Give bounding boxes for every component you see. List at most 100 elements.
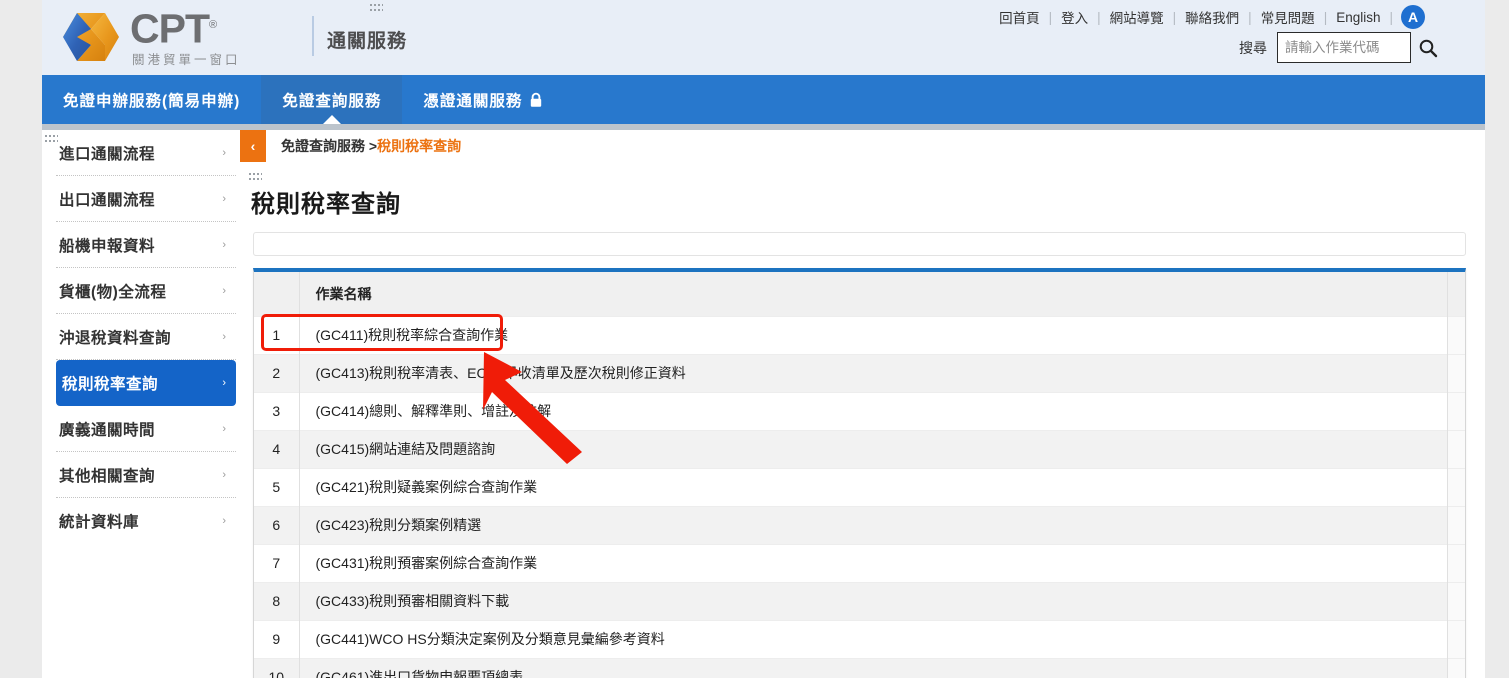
row-index: 9 — [254, 620, 300, 658]
page-title-block: 稅則稅率查詢 — [240, 172, 1485, 219]
column-header-action — [1446, 272, 1465, 316]
row-action-cell[interactable] — [1446, 620, 1465, 658]
table-row[interactable]: 10 (GC461)進出口貨物申報要項總表 — [254, 658, 1465, 678]
chevron-right-icon: › — [222, 422, 226, 435]
drag-dots-icon — [248, 172, 262, 181]
row-operation-name[interactable]: (GC415)網站連結及問題諮詢 — [299, 430, 1447, 468]
row-operation-name[interactable]: (GC431)稅則預審案例綜合查詢作業 — [299, 544, 1447, 582]
sidebar-item-label: 船機申報資料 — [59, 237, 156, 255]
breadcrumb: ‹ 免證查詢服務 >稅則稅率查詢 — [240, 130, 1485, 162]
table-row[interactable]: 3 (GC414)總則、解釋準則、增註及註解 — [254, 392, 1465, 430]
column-header-operation-name: 作業名稱 — [299, 272, 1447, 316]
util-link-home[interactable]: 回首頁 — [990, 7, 1049, 27]
util-link-contact[interactable]: 聯絡我們 — [1176, 7, 1248, 27]
breadcrumb-parent[interactable]: 免證查詢服務 > — [281, 138, 377, 154]
table-row[interactable]: 9 (GC441)WCO HS分類決定案例及分類意見彙編參考資料 — [254, 620, 1465, 658]
sidebar-item-statistics-db[interactable]: 統計資料庫 › — [56, 498, 236, 544]
row-index: 6 — [254, 506, 300, 544]
drag-dots-icon — [369, 3, 383, 12]
sidebar-item-label: 沖退稅資料查詢 — [59, 329, 172, 347]
tab-label: 免證查詢服務 — [282, 92, 382, 110]
logo-word: CPT — [130, 5, 210, 52]
row-index: 8 — [254, 582, 300, 620]
sidebar-item-tariff-query[interactable]: 稅則稅率查詢 › — [56, 360, 236, 406]
tab-certificate-customs[interactable]: 憑證通關服務 — [402, 75, 564, 124]
row-action-cell[interactable] — [1446, 316, 1465, 354]
table-header: 作業名稱 — [254, 272, 1465, 316]
drag-dots-icon — [44, 134, 58, 143]
row-operation-name[interactable]: (GC433)稅則預審相關資料下載 — [299, 582, 1447, 620]
row-action-cell[interactable] — [1446, 544, 1465, 582]
registered-mark: ® — [209, 19, 217, 31]
sidebar-item-vessel-declaration[interactable]: 船機申報資料 › — [56, 222, 236, 268]
table-body: 1 (GC411)稅則稅率綜合查詢作業 2 (GC413)稅則稅率清表、ECFA… — [254, 316, 1465, 678]
header-divider — [312, 16, 314, 56]
tab-label: 憑證通關服務 — [423, 92, 523, 110]
sidebar-item-label: 其他相關查詢 — [59, 467, 156, 485]
sidebar-item-label: 貨櫃(物)全流程 — [59, 283, 167, 301]
chevron-right-icon: › — [222, 515, 226, 527]
logo-wordmark: CPT® — [130, 6, 217, 49]
row-index: 4 — [254, 430, 300, 468]
site-logo[interactable]: CPT® 關港貿單一窗口 — [60, 6, 241, 68]
util-link-login[interactable]: 登入 — [1052, 7, 1097, 27]
sidebar-item-label: 統計資料庫 — [59, 514, 140, 531]
search-button[interactable] — [1411, 32, 1445, 63]
filter-bar[interactable] — [253, 232, 1466, 256]
row-action-cell[interactable] — [1446, 430, 1465, 468]
row-action-cell[interactable] — [1446, 392, 1465, 430]
sidebar-item-import-process[interactable]: 進口通關流程 › — [56, 130, 236, 176]
table-row[interactable]: 5 (GC421)稅則疑義案例綜合查詢作業 — [254, 468, 1465, 506]
row-operation-name[interactable]: (GC414)總則、解釋準則、增註及註解 — [299, 392, 1447, 430]
chevron-right-icon: › — [222, 284, 226, 297]
sidebar-item-label: 稅則稅率查詢 — [62, 375, 159, 393]
chevron-right-icon: › — [222, 192, 226, 205]
separator: | — [1389, 9, 1393, 25]
sidebar-menu: 進口通關流程 › 出口通關流程 › 船機申報資料 › 貨櫃(物)全流程 › 沖退… — [44, 130, 236, 544]
row-action-cell[interactable] — [1446, 354, 1465, 392]
sidebar-item-duty-drawback[interactable]: 沖退稅資料查詢 › — [56, 314, 236, 360]
util-link-faq[interactable]: 常見問題 — [1252, 7, 1324, 27]
sidebar-item-label: 廣義通關時間 — [59, 421, 156, 439]
main-content: ‹ 免證查詢服務 >稅則稅率查詢 稅則稅率查詢 作業名稱 1 (GC411)稅則… — [240, 130, 1485, 678]
table-row[interactable]: 4 (GC415)網站連結及問題諮詢 — [254, 430, 1465, 468]
row-operation-name[interactable]: (GC423)稅則分類案例精選 — [299, 506, 1447, 544]
row-operation-name[interactable]: (GC441)WCO HS分類決定案例及分類意見彙編參考資料 — [299, 620, 1447, 658]
accessibility-badge[interactable]: A — [1401, 5, 1425, 29]
sidebar-item-label: 出口通關流程 — [59, 191, 156, 209]
sidebar-item-other-queries[interactable]: 其他相關查詢 › — [56, 452, 236, 498]
lock-icon — [529, 92, 543, 108]
column-header-index — [254, 272, 300, 316]
chevron-right-icon: › — [222, 376, 226, 389]
row-index: 3 — [254, 392, 300, 430]
row-operation-name[interactable]: (GC411)稅則稅率綜合查詢作業 — [299, 316, 1447, 354]
row-action-cell[interactable] — [1446, 506, 1465, 544]
back-button[interactable]: ‹ — [240, 130, 266, 162]
row-index: 1 — [254, 316, 300, 354]
search-input[interactable] — [1277, 32, 1411, 63]
row-index: 2 — [254, 354, 300, 392]
sidebar-item-customs-hours[interactable]: 廣義通關時間 › — [56, 406, 236, 452]
util-link-sitemap[interactable]: 網站導覽 — [1101, 7, 1173, 27]
row-action-cell[interactable] — [1446, 468, 1465, 506]
row-operation-name[interactable]: (GC413)稅則稅率清表、ECFA早收清單及歷次稅則修正資料 — [299, 354, 1447, 392]
chevron-right-icon: › — [222, 238, 226, 251]
row-action-cell[interactable] — [1446, 582, 1465, 620]
row-operation-name[interactable]: (GC461)進出口貨物申報要項總表 — [299, 658, 1447, 678]
sidebar-item-export-process[interactable]: 出口通關流程 › — [56, 176, 236, 222]
table-row[interactable]: 7 (GC431)稅則預審案例綜合查詢作業 — [254, 544, 1465, 582]
tab-simple-application[interactable]: 免證申辦服務(簡易申辦) — [42, 75, 261, 124]
table-row[interactable]: 6 (GC423)稅則分類案例精選 — [254, 506, 1465, 544]
tab-certfree-query[interactable]: 免證查詢服務 — [261, 75, 403, 124]
chevron-right-icon: › — [222, 146, 226, 159]
util-link-english[interactable]: English — [1327, 10, 1389, 25]
row-action-cell[interactable] — [1446, 658, 1465, 678]
table-row[interactable]: 2 (GC413)稅則稅率清表、ECFA早收清單及歷次稅則修正資料 — [254, 354, 1465, 392]
table-row[interactable]: 8 (GC433)稅則預審相關資料下載 — [254, 582, 1465, 620]
sidebar-item-container-flow[interactable]: 貨櫃(物)全流程 › — [56, 268, 236, 314]
page-title: 稅則稅率查詢 — [251, 191, 401, 218]
breadcrumb-text: 免證查詢服務 >稅則稅率查詢 — [281, 136, 461, 156]
row-operation-name[interactable]: (GC421)稅則疑義案例綜合查詢作業 — [299, 468, 1447, 506]
table-row[interactable]: 1 (GC411)稅則稅率綜合查詢作業 — [254, 316, 1465, 354]
chevron-right-icon: › — [222, 468, 226, 481]
